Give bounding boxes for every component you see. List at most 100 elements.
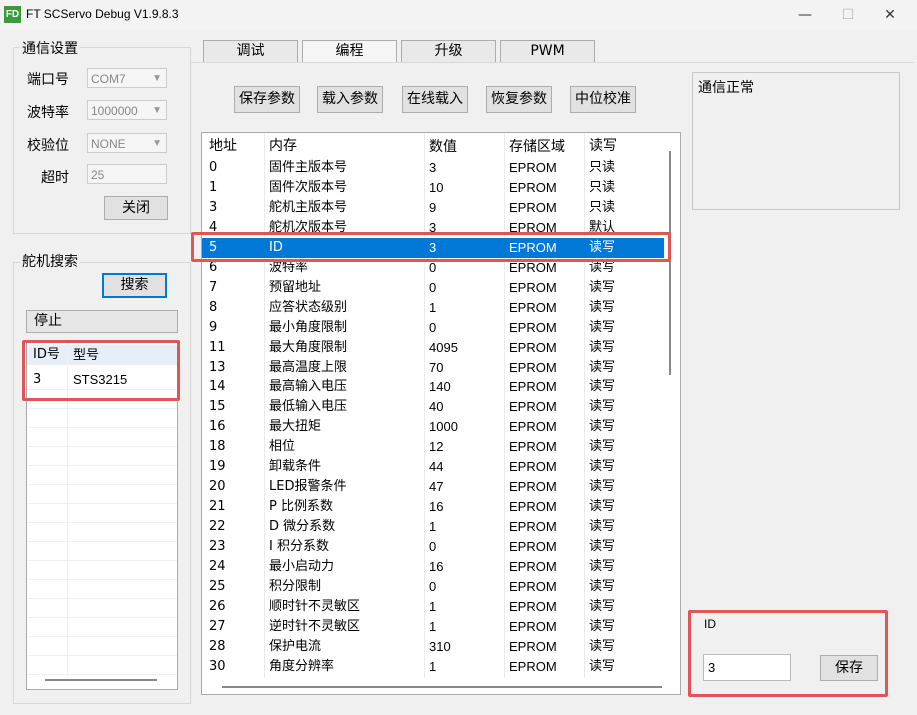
table-cell: 读写	[589, 279, 616, 295]
mid-calibrate-button[interactable]: 中位校准	[570, 86, 636, 113]
table-cell: 1000	[429, 419, 458, 435]
table-row[interactable]: 25 积分限制 0 EPROM 读写	[202, 577, 664, 597]
table-cell: 18	[209, 439, 226, 455]
table-row[interactable]: 14 最高输入电压 140 EPROM 读写	[202, 377, 664, 397]
table-row[interactable]: 30 角度分辨率 1 EPROM 读写	[202, 657, 664, 677]
load-params-button[interactable]: 载入参数	[317, 86, 383, 113]
table-cell: 最高输入电压	[269, 379, 348, 395]
save-params-button[interactable]: 保存参数	[234, 86, 300, 113]
table-cell: 读写	[589, 339, 616, 355]
table-cell: 读写	[589, 299, 616, 315]
table-hscroll-thumb[interactable]	[222, 686, 662, 688]
table-cell: EPROM	[509, 279, 557, 295]
maximize-button[interactable]: ☐	[828, 4, 868, 26]
tab-pwm[interactable]: PWM	[500, 40, 595, 63]
parity-select[interactable]: NONE ▼	[87, 133, 167, 153]
close-window-button[interactable]: ✕	[870, 4, 910, 26]
table-row[interactable]: 18 相位 12 EPROM 读写	[202, 437, 664, 457]
table-cell: 14	[209, 379, 226, 395]
servo-list-scrollbar[interactable]	[45, 679, 157, 681]
table-row[interactable]: 23 I 积分系数 0 EPROM 读写	[202, 537, 664, 557]
search-button[interactable]: 搜索	[102, 273, 167, 298]
table-cell: 读写	[589, 638, 616, 654]
table-row[interactable]: 15 最低输入电压 40 EPROM 读写	[202, 397, 664, 417]
comm-settings-title: 通信设置	[20, 38, 80, 58]
table-cell: 应答状态级别	[269, 299, 348, 315]
baud-select[interactable]: 1000000 ▼	[87, 100, 167, 120]
window-title: FT SCServo Debug V1.9.8.3	[26, 7, 179, 21]
servo-grid-line	[27, 522, 177, 523]
table-cell: 卸载条件	[269, 459, 322, 475]
table-cell: EPROM	[509, 439, 557, 455]
table-row[interactable]: 22 D 微分系数 1 EPROM 读写	[202, 517, 664, 537]
status-panel: 通信正常	[692, 72, 900, 210]
table-cell: EPROM	[509, 359, 557, 375]
table-cell: I 积分系数	[269, 539, 329, 555]
table-row[interactable]: 3 舵机主版本号 9 EPROM 只读	[202, 198, 664, 218]
app-logo-icon: FD	[4, 6, 21, 23]
chevron-down-icon: ▼	[152, 105, 162, 116]
table-cell: 0	[429, 539, 437, 555]
stop-button[interactable]: 停止	[26, 310, 178, 333]
table-row[interactable]: 28 保护电流 310 EPROM 读写	[202, 637, 664, 657]
table-row[interactable]: 26 顺时针不灵敏区 1 EPROM 读写	[202, 597, 664, 617]
timeout-label: 超时	[41, 170, 69, 186]
servo-grid-line	[27, 408, 177, 409]
table-cell: EPROM	[509, 160, 557, 175]
param-table[interactable]: 地址 内存 数值 存储区域 读写 0 固件主版本号 3 EPROM 只读 1 固件次版本号 1…	[201, 132, 681, 695]
table-cell: EPROM	[509, 539, 557, 555]
close-port-button[interactable]: 关闭	[104, 196, 168, 220]
table-cell: 44	[429, 459, 444, 475]
table-cell: EPROM	[509, 399, 557, 415]
table-cell: 读写	[589, 578, 616, 594]
restore-params-button[interactable]: 恢复参数	[486, 86, 552, 113]
minimize-button[interactable]: —	[785, 4, 825, 26]
table-cell: 预留地址	[269, 279, 322, 295]
table-row[interactable]: 13 最高温度上限 70 EPROM 读写	[202, 358, 664, 378]
table-row[interactable]: 9 最小角度限制 0 EPROM 读写	[202, 318, 664, 338]
table-row[interactable]: 0 固件主版本号 3 EPROM 只读	[202, 158, 664, 178]
table-cell: 只读	[589, 160, 616, 175]
table-cell: 4095	[429, 339, 458, 355]
col-memory: 内存	[269, 138, 297, 154]
table-cell: P 比例系数	[269, 499, 333, 515]
servo-grid-line	[27, 484, 177, 485]
table-row[interactable]: 20 LED报警条件 47 EPROM 读写	[202, 477, 664, 497]
table-cell: D 微分系数	[269, 519, 336, 535]
col-rw: 读写	[589, 138, 617, 154]
table-cell: 3	[429, 160, 437, 175]
table-row[interactable]: 21 P 比例系数 16 EPROM 读写	[202, 497, 664, 517]
table-cell: 最大扭矩	[269, 419, 322, 435]
tab-debug[interactable]: 调试	[203, 40, 298, 63]
timeout-value: 25	[91, 168, 105, 182]
table-cell: 固件次版本号	[269, 179, 348, 195]
table-cell: 1	[429, 598, 437, 614]
tab-program[interactable]: 编程	[302, 40, 397, 63]
table-cell: EPROM	[509, 559, 557, 574]
table-row[interactable]: 8 应答状态级别 1 EPROM 读写	[202, 298, 664, 318]
table-row[interactable]: 1 固件次版本号 10 EPROM 只读	[202, 178, 664, 198]
table-cell: EPROM	[509, 578, 557, 594]
timeout-input[interactable]: 25	[87, 164, 167, 184]
table-vscroll-thumb[interactable]	[669, 151, 671, 375]
table-cell: 27	[209, 618, 226, 634]
table-row[interactable]: 19 卸载条件 44 EPROM 读写	[202, 457, 664, 477]
table-cell: 读写	[589, 439, 616, 455]
table-cell: 20	[209, 479, 226, 495]
table-cell: 47	[429, 479, 444, 495]
table-row[interactable]: 11 最大角度限制 4095 EPROM 读写	[202, 338, 664, 358]
table-cell: 相位	[269, 439, 296, 455]
port-select[interactable]: COM7 ▼	[87, 68, 167, 88]
servo-grid-line	[27, 541, 177, 542]
table-cell: EPROM	[509, 638, 557, 654]
table-cell: EPROM	[509, 658, 557, 674]
online-load-button[interactable]: 在线载入	[402, 86, 468, 113]
table-cell: 21	[209, 499, 226, 515]
table-cell: 9	[209, 319, 218, 335]
table-row[interactable]: 16 最大扭矩 1000 EPROM 读写	[202, 417, 664, 437]
chevron-down-icon: ▼	[152, 138, 162, 149]
table-row[interactable]: 7 预留地址 0 EPROM 读写	[202, 278, 664, 298]
table-row[interactable]: 24 最小启动力 16 EPROM 读写	[202, 557, 664, 577]
table-row[interactable]: 27 逆时针不灵敏区 1 EPROM 读写	[202, 617, 664, 637]
tab-upgrade[interactable]: 升级	[401, 40, 496, 63]
